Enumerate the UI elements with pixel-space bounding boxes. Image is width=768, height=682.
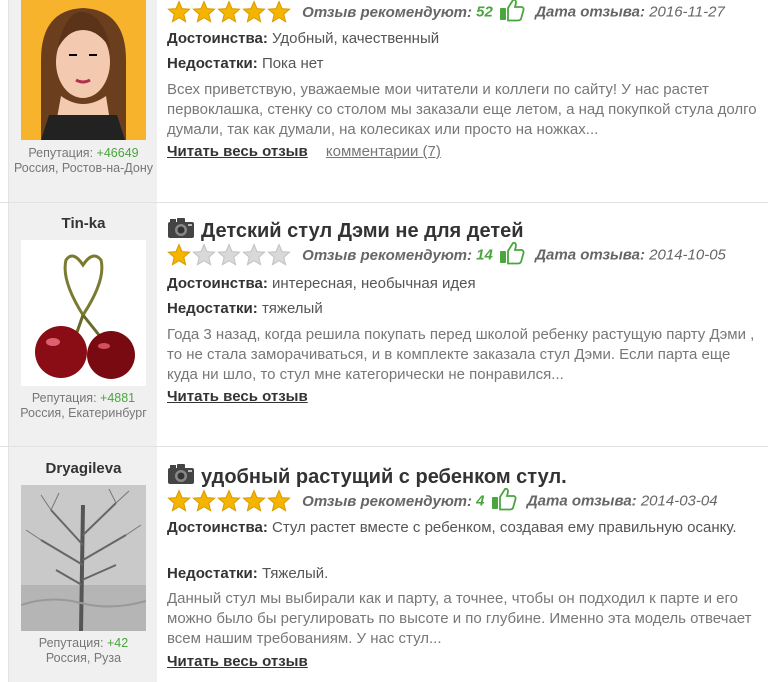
cons-label: Недостатки:	[167, 300, 258, 317]
recommend-count: 52	[476, 3, 493, 21]
review-links: Читать весь отзыв комментарии (7)	[167, 143, 441, 160]
review-card: Репутация: +46649 Россия, Ростов-на-Дону…	[0, 0, 768, 202]
pros-text: Удобный, качественный	[272, 30, 440, 47]
rating-line: Отзыв рекомендуют: 52 Дата отзыва: 2016-…	[167, 0, 725, 24]
review-links: Читать весь отзыв	[167, 653, 308, 670]
read-full-review-link[interactable]: Читать весь отзыв	[167, 388, 308, 405]
star-icon	[167, 0, 191, 23]
cons-text: тяжелый	[261, 300, 323, 317]
reputation-label: Репутация:	[31, 391, 97, 405]
pros: Достоинства: Стул растет вместе с ребенк…	[167, 518, 763, 538]
read-full-review-link[interactable]: Читать весь отзыв	[167, 653, 308, 670]
review-title-text[interactable]: удобный растущий с ребенком стул.	[201, 466, 567, 488]
avatar[interactable]	[21, 240, 146, 386]
star-icon	[217, 489, 241, 512]
reputation: Репутация: +4881 Россия, Екатеринбург	[9, 391, 158, 420]
star-icon	[267, 243, 291, 266]
star-rating	[167, 243, 292, 267]
cons: Недостатки: тяжелый	[167, 299, 763, 319]
reputation-label: Репутация:	[28, 146, 94, 160]
reputation: Репутация: +46649 Россия, Ростов-на-Дону	[9, 146, 158, 175]
reputation-value: +4881	[100, 391, 136, 405]
cons-label: Недостатки:	[167, 565, 258, 582]
review-date: 2014-03-04	[640, 492, 718, 510]
author-panel: Tin-ka Репутация: +4881 Россия, Екатерин…	[8, 203, 157, 446]
star-icon	[192, 0, 216, 23]
star-icon	[167, 243, 191, 266]
location: Россия, Руза	[45, 650, 122, 665]
star-icon	[217, 243, 241, 266]
pros-label: Достоинства:	[167, 30, 268, 47]
review-excerpt: Года 3 назад, когда решила покупать пере…	[167, 326, 755, 383]
review-date: 2016-11-27	[649, 3, 725, 21]
cons-text: Тяжелый.	[261, 565, 329, 582]
date-label: Дата отзыва:	[535, 3, 645, 21]
pros-label: Достоинства:	[167, 275, 268, 292]
pros: Достоинства: Удобный, качественный	[167, 29, 763, 49]
recommend-label: Отзыв рекомендуют:	[302, 3, 472, 21]
avatar[interactable]	[21, 485, 146, 631]
review-links: Читать весь отзыв	[167, 388, 308, 405]
pros: Достоинства: интересная, необычная идея	[167, 274, 763, 294]
review-card: Dryagileva Репутация: +42 Россия, Руза у…	[0, 447, 768, 682]
cons-text: Пока нет	[261, 55, 324, 72]
reputation-label: Репутация:	[38, 636, 104, 650]
pros-label: Достоинства:	[167, 519, 268, 536]
cons: Недостатки: Тяжелый.	[167, 564, 763, 584]
location: Россия, Екатеринбург	[20, 405, 147, 420]
star-icon	[267, 0, 291, 23]
date-label: Дата отзыва:	[535, 246, 645, 264]
reputation: Репутация: +42 Россия, Руза	[9, 636, 158, 665]
star-icon	[167, 489, 191, 512]
review-card: Tin-ka Репутация: +4881 Россия, Екатерин…	[0, 203, 768, 446]
rating-line: Отзыв рекомендуют: 14 Дата отзыва: 2014-…	[167, 241, 726, 267]
recommend-count: 14	[476, 246, 493, 264]
thumbs-up-icon[interactable]	[499, 0, 525, 26]
username[interactable]: Tin-ka	[9, 215, 158, 232]
thumbs-up-icon[interactable]	[499, 241, 525, 269]
comments-link[interactable]: комментарии (7)	[326, 143, 441, 160]
username[interactable]: Dryagileva	[9, 460, 158, 477]
star-icon	[192, 243, 216, 266]
reputation-value: +42	[106, 636, 129, 650]
star-icon	[242, 489, 266, 512]
cons: Недостатки: Пока нет	[167, 54, 763, 74]
reputation-value: +46649	[96, 146, 139, 160]
star-icon	[242, 0, 266, 23]
star-rating	[167, 0, 292, 24]
star-icon	[217, 0, 241, 23]
pros-text: интересная, необычная идея	[272, 275, 476, 292]
date-label: Дата отзыва:	[526, 492, 637, 510]
author-panel: Репутация: +46649 Россия, Ростов-на-Дону	[8, 0, 157, 202]
pros-text: Стул растет вместе с ребенком, создавая …	[272, 519, 737, 536]
cons-label: Недостатки:	[167, 55, 258, 72]
recommend-count: 4	[476, 492, 485, 510]
star-icon	[192, 489, 216, 512]
star-icon	[267, 489, 291, 512]
review-date: 2014-10-05	[649, 246, 726, 264]
location: Россия, Ростов-на-Дону	[14, 160, 153, 175]
read-full-review-link[interactable]: Читать весь отзыв	[167, 143, 308, 160]
recommend-label: Отзыв рекомендуют:	[302, 492, 472, 510]
star-icon	[242, 243, 266, 266]
rating-line: Отзыв рекомендуют: 4 Дата отзыва: 2014-0…	[167, 487, 718, 513]
star-rating	[167, 489, 292, 513]
recommend-label: Отзыв рекомендуют:	[302, 246, 472, 264]
review-title-text[interactable]: Детский стул Дэми не для детей	[201, 220, 524, 242]
review-excerpt: Данный стул мы выбирали как и парту, а т…	[167, 590, 752, 647]
thumbs-up-icon[interactable]	[491, 487, 517, 515]
avatar[interactable]	[21, 0, 146, 140]
review-excerpt: Всех приветствую, уважаемые мои читатели…	[167, 81, 757, 138]
author-panel: Dryagileva Репутация: +42 Россия, Руза	[8, 447, 157, 682]
